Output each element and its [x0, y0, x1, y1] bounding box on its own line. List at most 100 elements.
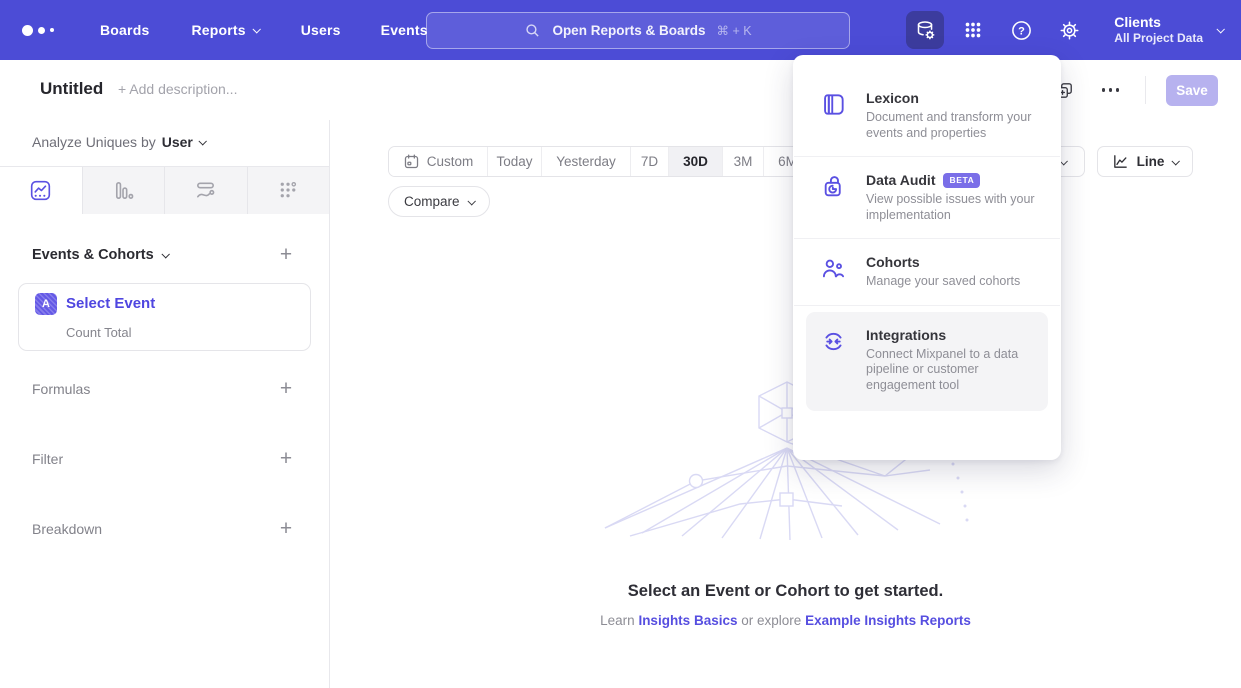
divider	[1145, 76, 1146, 104]
tab-line-insights[interactable]	[0, 167, 82, 214]
date-range-yesterday[interactable]: Yesterday	[541, 147, 630, 176]
chart-type-dropdown[interactable]: Line	[1097, 146, 1193, 177]
report-canvas: Custom Today Yesterday 7D 30D 3M 6M Comp…	[330, 120, 1241, 688]
nav-item-reports[interactable]: Reports	[191, 22, 258, 38]
menu-item-data-audit[interactable]: Data Audit BETA View possible issues with…	[793, 157, 1061, 238]
menu-item-title: Data Audit	[866, 172, 935, 188]
bar-chart-icon	[112, 179, 135, 202]
insights-basics-link[interactable]: Insights Basics	[638, 613, 737, 628]
cohorts-icon	[821, 254, 847, 290]
chart-type-tabs	[0, 166, 329, 214]
nav-label: Events	[381, 22, 428, 38]
date-range-today[interactable]: Today	[487, 147, 541, 176]
nav-item-users[interactable]: Users	[301, 22, 341, 38]
date-range-label: Today	[496, 154, 532, 169]
event-aggregation-label[interactable]: Count Total	[66, 325, 132, 340]
menu-item-description: View possible issues with your implement…	[866, 192, 1038, 223]
nav-label: Boards	[100, 22, 149, 38]
project-selector[interactable]: Clients All Project Data	[1088, 14, 1223, 46]
more-options-icon[interactable]	[1102, 88, 1120, 92]
menu-divider	[794, 305, 1060, 306]
tab-metrics-grid[interactable]	[247, 167, 330, 214]
menu-item-title: Cohorts	[866, 254, 920, 270]
menu-item-description: Manage your saved cohorts	[866, 274, 1038, 290]
tab-bar-chart[interactable]	[82, 167, 165, 214]
event-card[interactable]: A Select Event Count Total	[18, 283, 311, 351]
menu-item-title: Lexicon	[866, 90, 919, 106]
line-chart-icon	[1112, 153, 1129, 170]
apps-grid-icon[interactable]	[954, 11, 992, 49]
example-insights-reports-link[interactable]: Example Insights Reports	[805, 613, 971, 628]
chevron-down-icon	[198, 137, 206, 145]
data-management-icon[interactable]	[906, 11, 944, 49]
date-range-label: 30D	[683, 154, 708, 169]
report-title[interactable]: Untitled	[40, 79, 103, 99]
empty-state-links: Learn Insights Basics or explore Example…	[330, 613, 1241, 628]
nav-item-boards[interactable]: Boards	[100, 22, 149, 38]
project-scope: All Project Data	[1114, 31, 1203, 46]
chevron-down-icon	[1172, 157, 1180, 165]
analyze-uniques-row: Analyze Uniques by User	[32, 134, 205, 150]
menu-item-cohorts[interactable]: Cohorts Manage your saved cohorts	[793, 239, 1061, 305]
menu-item-description: Connect Mixpanel to a data pipeline or c…	[866, 347, 1038, 394]
date-range-label: 3M	[734, 154, 753, 169]
add-filter-button[interactable]: +	[276, 450, 296, 470]
date-range-label: 7D	[641, 154, 658, 169]
top-navbar: Boards Reports Users Events Open Reports…	[0, 0, 1241, 60]
search-shortcut: ⌘ + K	[716, 23, 751, 38]
filter-row[interactable]: Filter	[32, 451, 63, 467]
events-cohorts-label: Events & Cohorts	[32, 247, 154, 263]
date-range-7d[interactable]: 7D	[630, 147, 668, 176]
menu-item-lexicon[interactable]: Lexicon Document and transform your even…	[793, 75, 1061, 156]
add-breakdown-button[interactable]: +	[276, 520, 296, 540]
data-management-menu: Lexicon Document and transform your even…	[793, 55, 1061, 460]
integrations-icon	[821, 327, 847, 394]
events-cohorts-header[interactable]: Events & Cohorts	[32, 247, 168, 263]
settings-icon[interactable]	[1050, 11, 1088, 49]
analyze-by-dropdown[interactable]: User	[162, 134, 205, 150]
event-series-badge: A	[35, 293, 57, 315]
line-insights-icon	[29, 179, 52, 202]
analyze-value: User	[162, 134, 193, 150]
explore-text: or explore	[741, 613, 801, 628]
date-range-custom[interactable]: Custom	[389, 147, 487, 176]
metrics-grid-icon	[277, 179, 300, 202]
add-formula-button[interactable]: +	[276, 380, 296, 400]
compare-button[interactable]: Compare	[388, 186, 490, 217]
tab-flow[interactable]	[164, 167, 247, 214]
nav-label: Reports	[191, 22, 245, 38]
beta-badge: BETA	[943, 173, 980, 188]
chevron-down-icon	[161, 250, 169, 258]
help-icon[interactable]: ?	[1002, 11, 1040, 49]
chevron-down-icon	[467, 197, 475, 205]
add-description-field[interactable]: + Add description...	[118, 81, 237, 97]
add-event-button[interactable]: +	[276, 246, 296, 266]
menu-item-integrations[interactable]: Integrations Connect Mixpanel to a data …	[806, 312, 1048, 412]
chart-type-label: Line	[1137, 154, 1165, 169]
svg-text:?: ?	[1018, 25, 1025, 37]
query-builder-sidebar: Analyze Uniques by User	[0, 120, 330, 688]
menu-item-title: Integrations	[866, 327, 946, 343]
save-button[interactable]: Save	[1166, 75, 1218, 106]
learn-prefix: Learn	[600, 613, 635, 628]
navbar-right-group: ? Clients All Project Data	[906, 0, 1241, 60]
calendar-icon	[403, 153, 420, 170]
chevron-down-icon	[252, 25, 260, 33]
select-event-link[interactable]: Select Event	[66, 295, 155, 312]
nav-item-events[interactable]: Events	[381, 22, 428, 38]
formulas-row[interactable]: Formulas	[32, 381, 90, 397]
analyze-label: Analyze Uniques by	[32, 134, 156, 150]
search-icon	[524, 22, 541, 39]
search-placeholder: Open Reports & Boards	[552, 23, 705, 38]
compare-label: Compare	[404, 194, 460, 209]
lexicon-icon	[821, 90, 847, 141]
mixpanel-logo-icon[interactable]	[22, 25, 72, 36]
menu-item-description: Document and transform your events and p…	[866, 110, 1038, 141]
breakdown-row[interactable]: Breakdown	[32, 521, 102, 537]
date-range-picker: Custom Today Yesterday 7D 30D 3M 6M	[388, 146, 812, 177]
date-range-3m[interactable]: 3M	[722, 147, 763, 176]
project-name: Clients	[1114, 14, 1203, 31]
data-audit-icon	[821, 172, 847, 223]
global-search-input[interactable]: Open Reports & Boards ⌘ + K	[426, 12, 850, 49]
date-range-30d-selected[interactable]: 30D	[668, 147, 722, 176]
